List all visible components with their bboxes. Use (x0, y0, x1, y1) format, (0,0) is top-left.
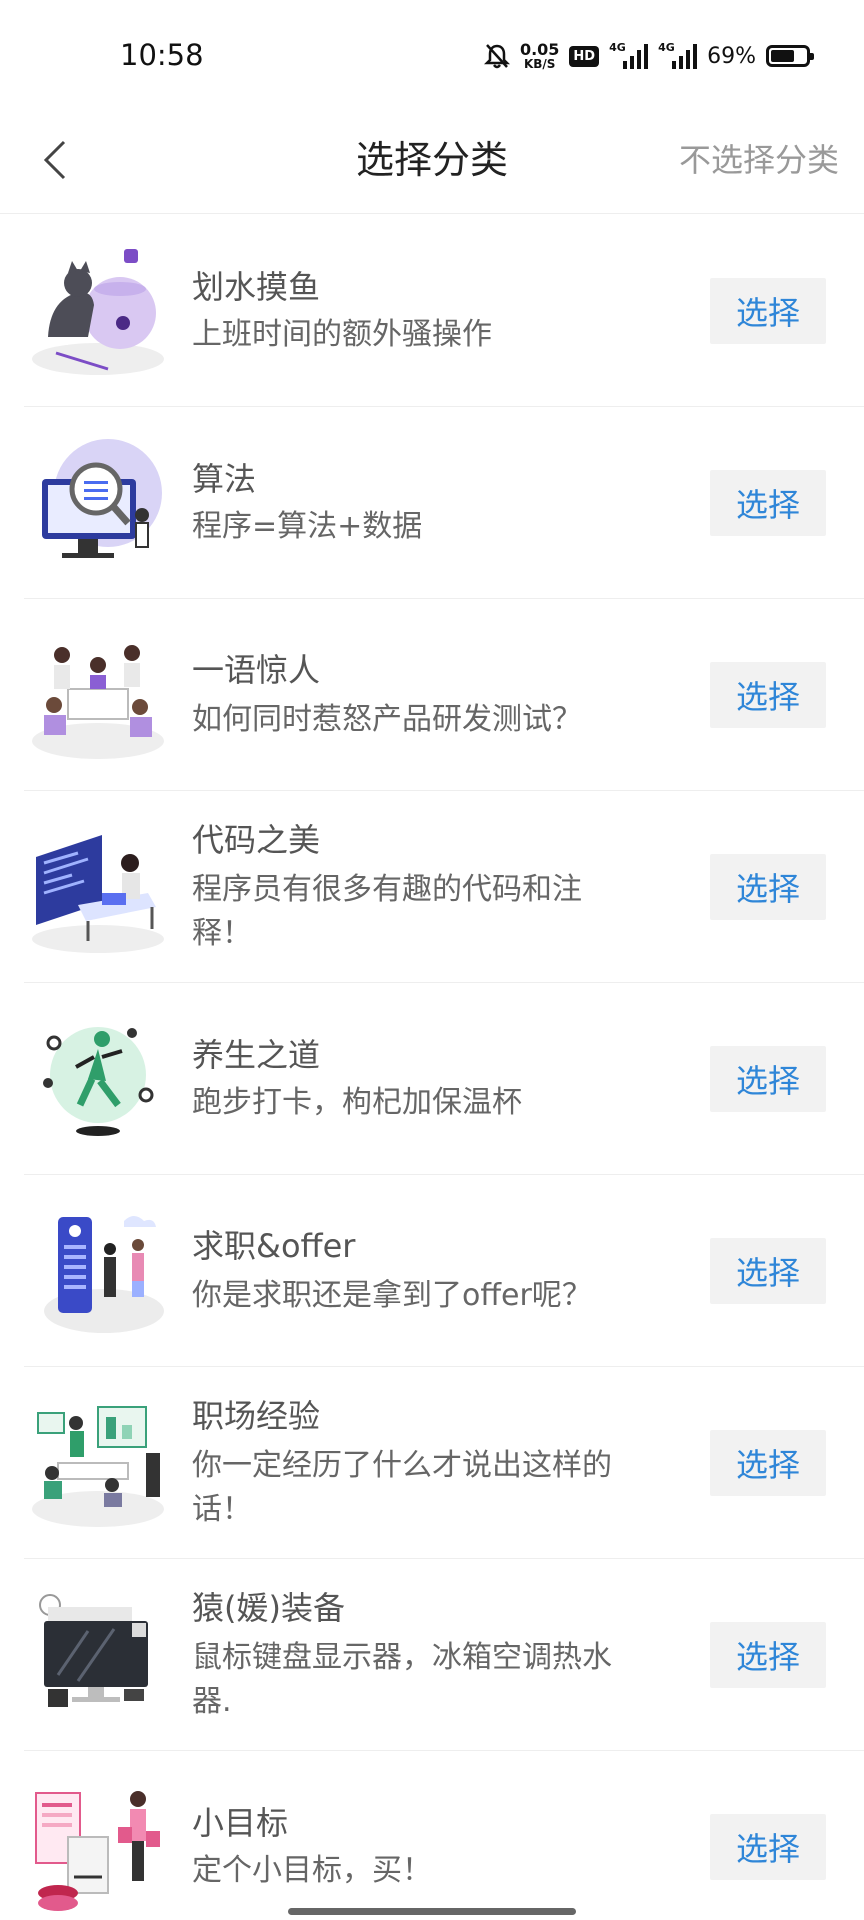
cat-job-offer-illustration (28, 1201, 168, 1341)
list-item: 划水摸鱼 上班时间的额外骚操作 选择 (24, 215, 864, 407)
select-button[interactable]: 选择 (710, 1814, 826, 1880)
skip-category-button[interactable]: 不选择分类 (679, 130, 839, 190)
category-name: 小目标 (192, 1804, 289, 1842)
category-desc: 上班时间的额外骚操作 (192, 317, 492, 352)
select-button[interactable]: 选择 (710, 470, 826, 536)
select-button[interactable]: 选择 (710, 1046, 826, 1112)
category-name: 划水摸鱼 (192, 268, 321, 306)
category-text: 代码之美 程序员有很多有趣的代码和注释！ (192, 791, 612, 983)
category-text: 小目标 定个小目标，买！ (192, 1751, 612, 1920)
select-button[interactable]: 选择 (710, 854, 826, 920)
signal-label-2: 4G (658, 41, 675, 54)
cat-fishbowl-illustration (28, 241, 168, 381)
category-desc: 程序员有很多有趣的代码和注释！ (192, 872, 582, 951)
category-text: 养生之道 跑步打卡，枸杞加保温杯 (192, 983, 612, 1175)
category-text: 求职&offer 你是求职还是拿到了offer呢？ (192, 1175, 612, 1367)
cat-shopping-illustration (28, 1777, 168, 1917)
category-name: 代码之美 (192, 821, 321, 859)
select-button[interactable]: 选择 (710, 1238, 826, 1304)
hd-icon: HD (569, 45, 600, 67)
speed-value: 0.05 (519, 40, 560, 59)
cat-running-illustration (28, 1009, 168, 1149)
battery-percent: 69% (707, 43, 756, 69)
select-button[interactable]: 选择 (710, 1430, 826, 1496)
category-desc: 定个小目标，买！ (192, 1853, 432, 1888)
category-text: 划水摸鱼 上班时间的额外骚操作 (192, 215, 612, 407)
category-desc: 跑步打卡，枸杞加保温杯 (192, 1085, 522, 1120)
battery-fill (771, 50, 795, 62)
category-desc: 你是求职还是拿到了offer呢？ (192, 1278, 592, 1313)
clock: 10:58 (120, 38, 204, 72)
category-text: 算法 程序=算法+数据 (192, 407, 612, 599)
category-name: 职场经验 (192, 1397, 321, 1435)
cat-coding-illustration (28, 817, 168, 957)
cat-algorithm-illustration (28, 433, 168, 573)
app-header: 选择分类 不选择分类 (0, 110, 864, 214)
category-name: 养生之道 (192, 1036, 321, 1074)
category-text: 一语惊人 如何同时惹怒产品研发测试？ (192, 599, 612, 791)
category-desc: 你一定经历了什么才说出这样的话！ (192, 1448, 612, 1527)
select-button[interactable]: 选择 (710, 1622, 826, 1688)
category-name: 猿(媛)装备 (192, 1589, 345, 1627)
category-list: 划水摸鱼 上班时间的额外骚操作 选择 算法 程序=算法+数据 选择 一语惊人 如… (24, 215, 864, 1920)
select-button[interactable]: 选择 (710, 278, 826, 344)
signal-icon-1: 4G (609, 41, 649, 69)
category-name: 一语惊人 (192, 651, 321, 689)
list-item: 猿(媛)装备 鼠标键盘显示器，冰箱空调热水器. 选择 (24, 1559, 864, 1751)
category-text: 猿(媛)装备 鼠标键盘显示器，冰箱空调热水器. (192, 1559, 612, 1751)
list-item: 职场经验 你一定经历了什么才说出这样的话！ 选择 (24, 1367, 864, 1559)
cat-equipment-illustration (28, 1585, 168, 1725)
category-desc: 鼠标键盘显示器，冰箱空调热水器. (192, 1640, 612, 1719)
status-bar: 10:58 0.05 KB/S HD 4G 4G 69% (0, 0, 864, 110)
category-name: 算法 (192, 460, 257, 498)
network-speed: 0.05 KB/S (519, 40, 560, 71)
category-desc: 如何同时惹怒产品研发测试？ (192, 702, 582, 737)
signal-label-1: 4G (609, 41, 626, 54)
category-desc: 程序=算法+数据 (192, 509, 423, 544)
category-name: 求职&offer (192, 1227, 356, 1265)
cat-workplace-illustration (28, 1393, 168, 1533)
signal-icon-2: 4G (658, 41, 698, 69)
list-item: 代码之美 程序员有很多有趣的代码和注释！ 选择 (24, 791, 864, 983)
status-icons: 0.05 KB/S HD 4G 4G 69% (483, 38, 814, 74)
speed-unit: KB/S (523, 57, 556, 71)
list-item: 小目标 定个小目标，买！ 选择 (24, 1751, 864, 1920)
list-item: 一语惊人 如何同时惹怒产品研发测试？ 选择 (24, 599, 864, 791)
category-text: 职场经验 你一定经历了什么才说出这样的话！ (192, 1367, 612, 1559)
mute-bell-icon (483, 44, 510, 69)
cat-meeting-illustration (28, 625, 168, 765)
list-item: 求职&offer 你是求职还是拿到了offer呢？ 选择 (24, 1175, 864, 1367)
battery-icon (766, 45, 814, 67)
select-button[interactable]: 选择 (710, 662, 826, 728)
list-item: 养生之道 跑步打卡，枸杞加保温杯 选择 (24, 983, 864, 1175)
list-item: 算法 程序=算法+数据 选择 (24, 407, 864, 599)
home-indicator[interactable] (288, 1908, 576, 1915)
